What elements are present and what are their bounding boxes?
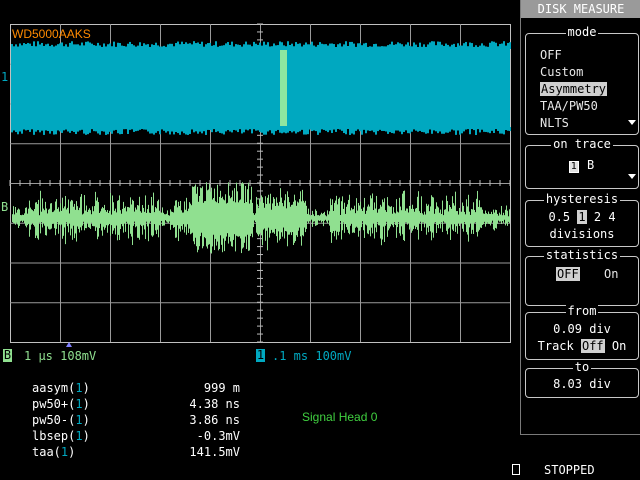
chevron-down-icon (628, 174, 636, 179)
mode-option-off[interactable]: OFF (540, 48, 562, 62)
mode-option-nlts[interactable]: NLTS (540, 116, 569, 130)
hysteresis-0-5[interactable]: 0.5 (548, 210, 570, 224)
from-value: 0.09 div (553, 322, 611, 336)
statistics-on[interactable]: On (604, 267, 618, 281)
track-off[interactable]: Off (580, 339, 605, 353)
statistics-off-label: OFF (556, 267, 580, 281)
chB-scale[interactable]: 1 μs 108mV (24, 349, 96, 363)
disk-measure-menu: DISK MEASURE mode OFF Custom Asymmetry T… (520, 0, 640, 435)
ch1-ground-marker: 1 (1, 70, 9, 84)
menu-title: DISK MEASURE (521, 0, 640, 18)
hysteresis-section[interactable]: hysteresis 0.5 1 2 4 divisions (525, 192, 639, 247)
ch1-scale[interactable]: .1 ms 100mV (272, 349, 351, 363)
acquisition-indicator-icon (512, 464, 520, 475)
on-trace-section[interactable]: on trace 1 B (525, 137, 639, 189)
chevron-down-icon (628, 120, 636, 125)
measurement-label: taa(1) (32, 445, 76, 459)
hysteresis-unit: divisions (549, 227, 615, 241)
on-trace-chB[interactable]: B (586, 159, 595, 171)
trace-title: WD5000AAKS (12, 27, 91, 41)
statistics-section[interactable]: statistics OFF On (525, 248, 639, 306)
ch1-badge: 1 (256, 348, 265, 362)
mode-selected: Asymmetry (540, 82, 608, 96)
scope-display (9, 23, 511, 343)
track-label: Track (537, 339, 574, 353)
measurement-value: 3.86 ns (189, 413, 240, 427)
to-title: to (572, 360, 592, 374)
measurement-value: 141.5mV (189, 445, 240, 459)
measurement-label: aasym(1) (32, 381, 90, 395)
signal-annotation: Signal Head 0 (302, 410, 378, 424)
track-on[interactable]: On (612, 339, 626, 353)
mode-option-taa-pw50[interactable]: TAA/PW50 (540, 99, 598, 113)
trigger-marker-icon (66, 342, 72, 347)
to-section[interactable]: to 8.03 div (525, 360, 639, 398)
mode-option-asymmetry[interactable]: Asymmetry (540, 82, 608, 96)
hysteresis-2[interactable]: 2 (594, 210, 601, 224)
chB-badge: B (3, 348, 12, 362)
measurement-value: 4.38 ns (189, 397, 240, 411)
ch1-highlight-segment (280, 50, 287, 126)
chB-ground-marker: B (1, 200, 9, 214)
hysteresis-4[interactable]: 4 (608, 210, 615, 224)
from-section[interactable]: from 0.09 div Track Off On (525, 304, 639, 360)
measurement-label: pw50+(1) (32, 397, 90, 411)
mode-section[interactable]: mode OFF Custom Asymmetry TAA/PW50 NLTS (525, 25, 639, 135)
status-text: STOPPED (544, 463, 595, 477)
measurement-label: pw50-(1) (32, 413, 90, 427)
to-value: 8.03 div (553, 377, 611, 391)
hysteresis-1[interactable]: 1 (577, 210, 587, 224)
mode-option-custom[interactable]: Custom (540, 65, 583, 79)
measurement-label: lbsep(1) (32, 429, 90, 443)
measurement-value: 999 m (203, 381, 240, 395)
from-title: from (565, 304, 599, 318)
statistics-title: statistics (543, 248, 621, 262)
ch1-waveform (11, 49, 510, 127)
on-trace-ch1[interactable]: 1 (568, 161, 579, 173)
mode-title: mode (565, 25, 599, 39)
on-trace-title: on trace (551, 137, 613, 151)
statistics-off[interactable]: OFF (556, 267, 580, 281)
hysteresis-title: hysteresis (543, 192, 621, 206)
measurement-value: -0.3mV (196, 429, 240, 443)
